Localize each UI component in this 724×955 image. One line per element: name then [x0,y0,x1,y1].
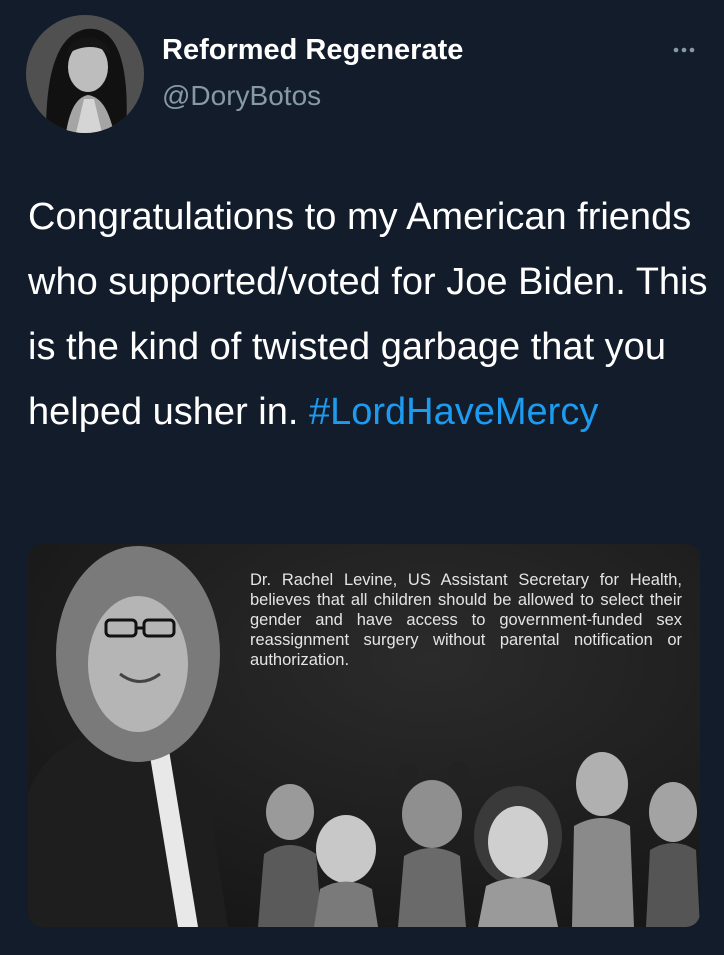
avatar[interactable] [26,15,144,133]
tweet: Reformed Regenerate @DoryBotos Congratul… [0,0,724,955]
tweet-image[interactable]: Dr. Rachel Levine, US Assistant Secretar… [28,544,700,927]
more-horizontal-icon [673,47,695,53]
more-options-button[interactable] [664,38,708,62]
user-handle[interactable]: @DoryBotos [162,80,321,112]
image-caption: Dr. Rachel Levine, US Assistant Secretar… [250,571,682,669]
hashtag-link[interactable]: #LordHaveMercy [309,391,598,433]
display-name[interactable]: Reformed Regenerate [162,34,463,67]
tweet-text: Congratulations to my American friends w… [28,185,708,445]
avatar-photo [26,15,144,133]
